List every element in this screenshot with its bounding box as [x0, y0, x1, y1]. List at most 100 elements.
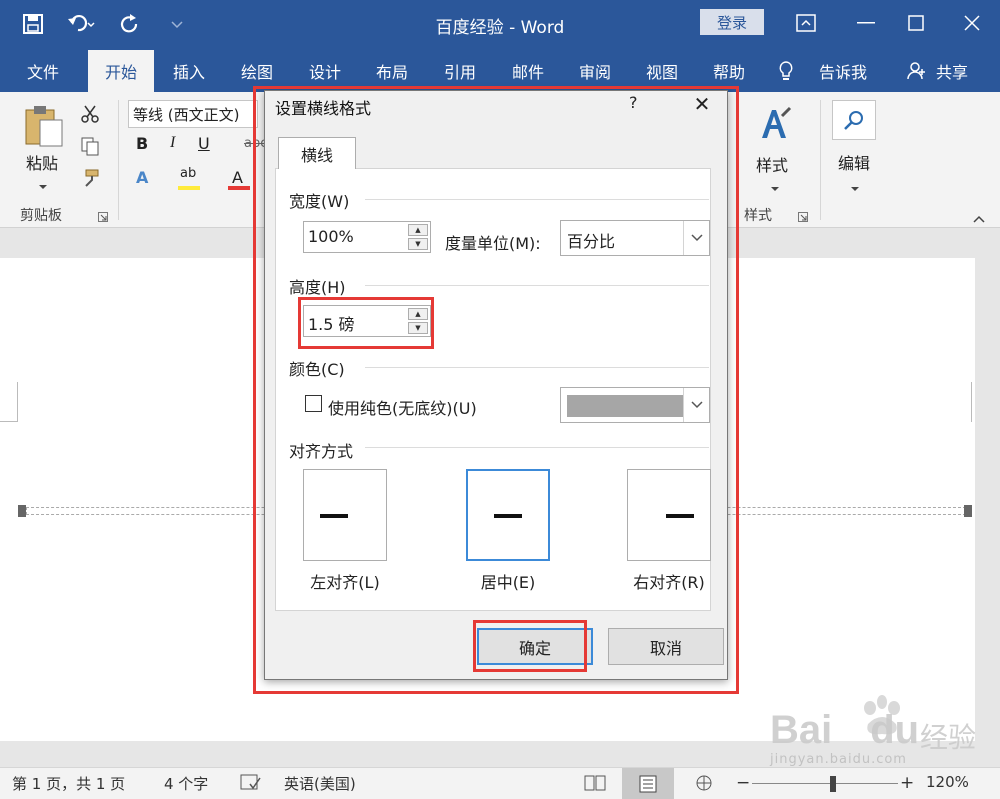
- styles-group-label: 样式: [744, 208, 772, 224]
- edit-label[interactable]: 编辑: [838, 150, 870, 174]
- section-divider: [365, 367, 709, 368]
- baidu-jingyan-watermark: Bai du 经验 jingyan.baidu.com: [770, 690, 980, 770]
- zoom-level[interactable]: 120%: [926, 773, 969, 791]
- zoom-out-button[interactable]: −: [736, 773, 750, 793]
- chevron-down-icon[interactable]: [683, 388, 709, 422]
- tab-layout[interactable]: 布局: [363, 50, 421, 92]
- align-center-option[interactable]: [466, 469, 550, 561]
- align-center-label[interactable]: 居中(E): [458, 569, 558, 593]
- color-select[interactable]: [560, 387, 710, 423]
- dialog-help-button[interactable]: ?: [629, 93, 638, 112]
- width-value: 100%: [308, 227, 354, 246]
- font-color-button[interactable]: A: [232, 168, 243, 187]
- bold-button[interactable]: B: [136, 134, 148, 153]
- align-left-option[interactable]: [303, 469, 387, 561]
- styles-icon[interactable]: [760, 106, 792, 146]
- tab-view[interactable]: 视图: [633, 50, 691, 92]
- collapse-ribbon-icon[interactable]: [972, 210, 986, 228]
- underline-button[interactable]: U: [198, 134, 210, 153]
- zoom-in-button[interactable]: +: [900, 773, 914, 793]
- section-divider: [365, 285, 709, 286]
- close-icon[interactable]: [952, 8, 992, 38]
- paste-dropdown-icon[interactable]: [38, 176, 48, 194]
- styles-dropdown-icon[interactable]: [770, 178, 780, 196]
- height-value: 1.5 磅: [308, 315, 355, 334]
- align-right-option[interactable]: [627, 469, 711, 561]
- margin-marker-left: [0, 382, 18, 422]
- login-button[interactable]: 登录: [700, 9, 764, 35]
- unit-label: 度量单位(M):: [445, 234, 541, 253]
- width-section-label: 宽度(W): [289, 192, 350, 211]
- group-divider: [118, 100, 119, 220]
- tab-home[interactable]: 开始: [88, 50, 154, 92]
- dialog-close-button[interactable]: ✕: [689, 91, 715, 117]
- share-button[interactable]: 共享: [930, 50, 974, 92]
- lightbulb-icon[interactable]: [776, 50, 796, 92]
- zoom-slider-track[interactable]: [752, 783, 898, 784]
- solid-color-checkbox[interactable]: [305, 395, 322, 412]
- align-left-label[interactable]: 左对齐(L): [295, 569, 395, 593]
- align-section-label: 对齐方式: [289, 442, 354, 461]
- dialog-title: 设置横线格式: [275, 99, 372, 118]
- group-divider: [820, 100, 821, 220]
- tell-me-search[interactable]: 告诉我: [806, 50, 880, 92]
- status-bar: 第 1 页，共 1 页 4 个字 英语(美国) − + 120%: [0, 767, 1000, 799]
- tab-draw[interactable]: 绘图: [228, 50, 286, 92]
- ok-button[interactable]: 确定: [477, 628, 593, 665]
- clipboard-group-label: 剪贴板: [20, 208, 62, 224]
- format-horizontal-line-dialog: 设置横线格式 ? ✕ 横线 宽度(W) 100% ▲ ▼ 度量单位(M): 百分…: [264, 90, 728, 680]
- copy-icon[interactable]: [80, 136, 100, 160]
- margin-marker-right: [971, 382, 975, 422]
- cancel-button[interactable]: 取消: [608, 628, 724, 665]
- clipboard-launcher-icon[interactable]: [98, 208, 108, 226]
- ribbon-display-options-icon[interactable]: [786, 8, 826, 38]
- italic-button[interactable]: I: [170, 134, 175, 152]
- watermark-brand2: du: [870, 708, 920, 752]
- spin-down-icon[interactable]: ▼: [408, 322, 428, 334]
- watermark-brand: Bai: [770, 708, 833, 752]
- tab-insert[interactable]: 插入: [160, 50, 218, 92]
- tab-review[interactable]: 审阅: [566, 50, 624, 92]
- watermark-url: jingyan.baidu.com: [770, 752, 907, 767]
- spin-up-icon[interactable]: ▲: [408, 308, 428, 320]
- styles-launcher-icon[interactable]: [798, 208, 808, 226]
- minimize-icon[interactable]: [846, 8, 886, 38]
- proofing-icon[interactable]: [240, 774, 262, 796]
- read-mode-icon[interactable]: [584, 774, 606, 796]
- section-divider: [365, 199, 709, 200]
- align-right-label[interactable]: 右对齐(R): [619, 569, 719, 593]
- text-effects-button[interactable]: A: [136, 168, 148, 187]
- paste-label[interactable]: 粘贴: [26, 150, 58, 174]
- highlight-button[interactable]: ab: [180, 166, 196, 181]
- solid-color-label[interactable]: 使用纯色(无底纹)(U): [328, 395, 477, 419]
- word-count[interactable]: 4 个字: [164, 773, 208, 794]
- watermark-cn: 经验: [920, 721, 977, 754]
- web-layout-icon[interactable]: [694, 774, 714, 796]
- clipboard-paste-icon[interactable]: [22, 104, 66, 152]
- section-divider: [365, 447, 709, 448]
- language-status[interactable]: 英语(美国): [284, 773, 356, 794]
- font-name-box[interactable]: 等线 (西文正文): [128, 100, 258, 128]
- unit-select[interactable]: 百分比: [560, 220, 710, 256]
- maximize-icon[interactable]: [896, 8, 936, 38]
- tab-file[interactable]: 文件: [10, 50, 76, 92]
- height-spinner[interactable]: 1.5 磅 ▲ ▼: [303, 305, 431, 337]
- share-user-icon[interactable]: [906, 50, 928, 92]
- tab-mailings[interactable]: 邮件: [499, 50, 557, 92]
- spin-down-icon[interactable]: ▼: [408, 238, 428, 250]
- page-count[interactable]: 第 1 页，共 1 页: [12, 773, 125, 794]
- tab-help[interactable]: 帮助: [700, 50, 758, 92]
- find-search-icon[interactable]: [832, 100, 876, 140]
- format-painter-icon[interactable]: [80, 168, 100, 192]
- edit-dropdown-icon[interactable]: [850, 178, 860, 196]
- width-spinner[interactable]: 100% ▲ ▼: [303, 221, 431, 253]
- spin-up-icon[interactable]: ▲: [408, 224, 428, 236]
- styles-label[interactable]: 样式: [756, 152, 788, 176]
- zoom-slider-thumb[interactable]: [830, 776, 836, 792]
- chevron-down-icon[interactable]: [683, 221, 709, 255]
- tab-horizontal-line[interactable]: 横线: [278, 137, 356, 169]
- cut-icon[interactable]: [80, 104, 100, 128]
- print-layout-icon[interactable]: [622, 768, 674, 799]
- tab-references[interactable]: 引用: [431, 50, 489, 92]
- tab-design[interactable]: 设计: [296, 50, 354, 92]
